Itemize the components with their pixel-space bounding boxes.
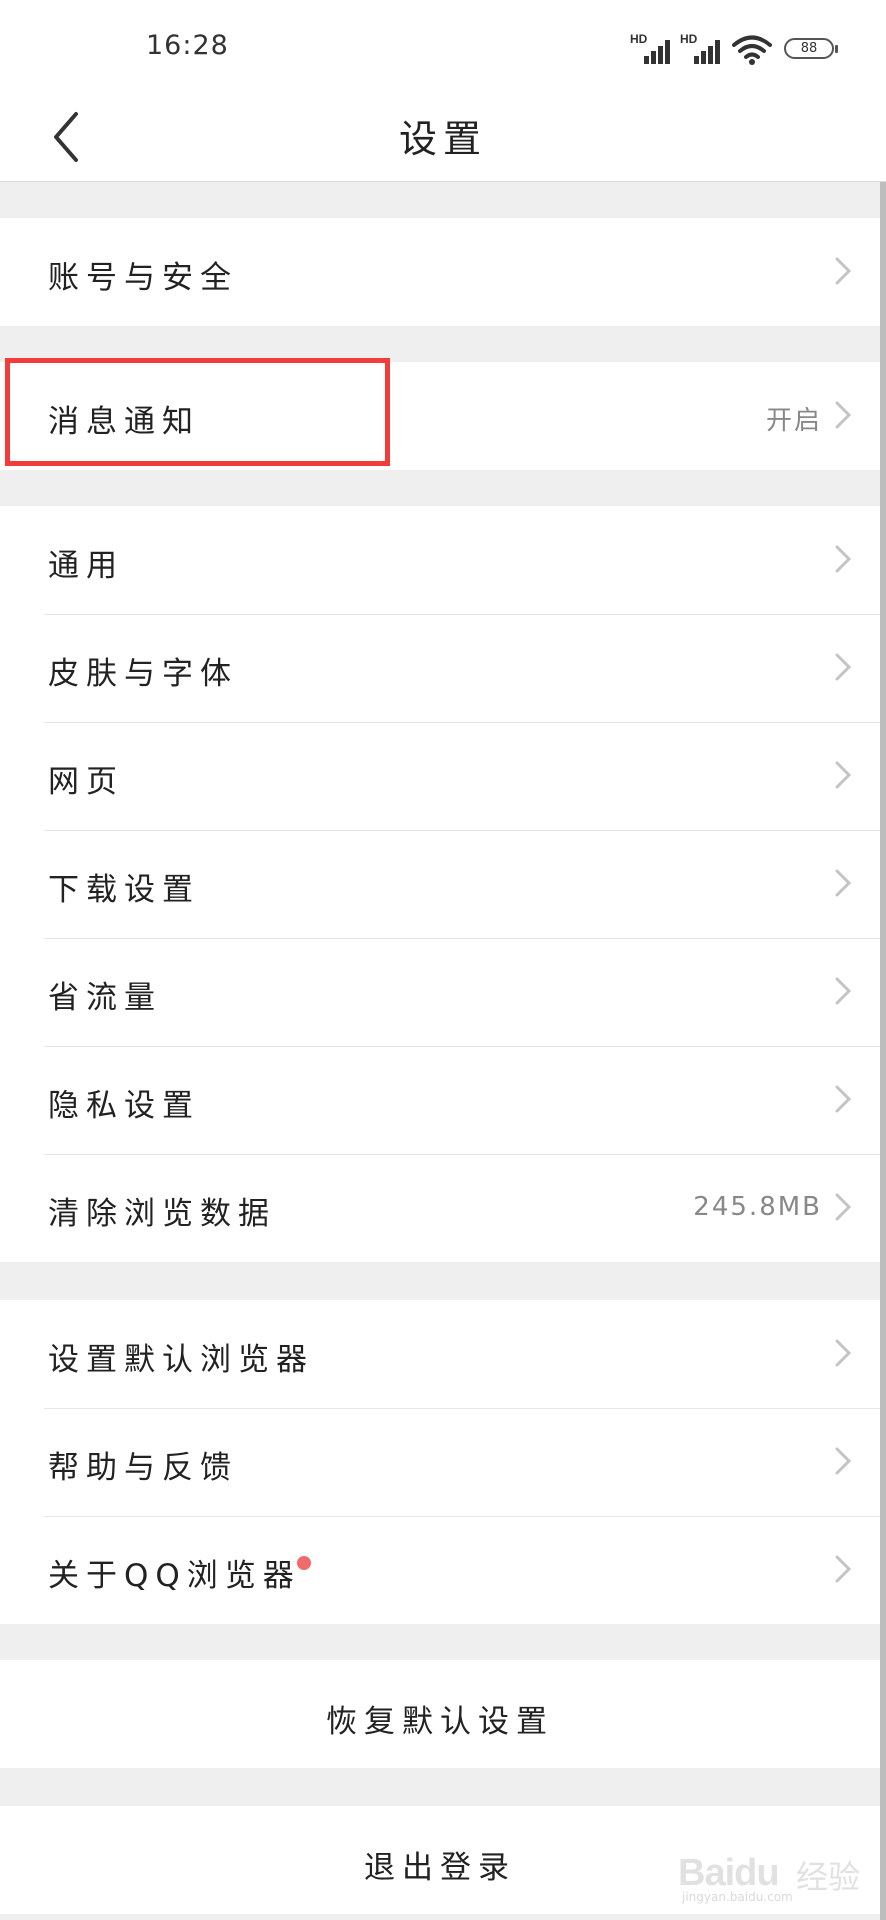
row-value: 开启: [765, 406, 822, 436]
row-label: 通用: [48, 548, 124, 584]
chevron-right-icon: [835, 1447, 852, 1475]
signal-hd-label: HD: [630, 32, 648, 46]
settings-group-general: 通用 皮肤与字体 网页 下载设置 省流量 隐私设置 清除浏览数据 245.8MB: [0, 506, 880, 1262]
row-default-browser[interactable]: 设置默认浏览器: [0, 1300, 880, 1408]
scrollbar[interactable]: [880, 182, 886, 1920]
row-webpage[interactable]: 网页: [0, 722, 880, 830]
row-download-settings[interactable]: 下载设置: [0, 830, 880, 938]
row-label: 下载设置: [48, 872, 200, 908]
row-label: 帮助与反馈: [48, 1450, 238, 1486]
chevron-right-icon: [835, 1555, 852, 1583]
restore-defaults-label: 恢复默认设置: [326, 1704, 554, 1740]
row-label: 皮肤与字体: [48, 656, 238, 692]
restore-group: 恢复默认设置: [0, 1660, 880, 1768]
battery-icon: 88: [784, 38, 838, 59]
row-skin-font[interactable]: 皮肤与字体: [0, 614, 880, 722]
watermark-url: jingyan.baidu.com: [682, 1890, 793, 1904]
watermark-brand-cn: 经验: [796, 1858, 861, 1896]
chevron-right-icon: [835, 1193, 852, 1221]
page-title: 设置: [398, 117, 487, 161]
settings-group-about: 设置默认浏览器 帮助与反馈 关于QQ浏览器: [0, 1300, 880, 1624]
row-data-saving[interactable]: 省流量: [0, 938, 880, 1046]
row-message-notification[interactable]: 消息通知 开启: [0, 362, 880, 470]
row-label: 账号与安全: [48, 260, 238, 296]
chevron-right-icon: [835, 1339, 852, 1367]
row-label-text: 关于QQ浏览器: [48, 1558, 301, 1594]
row-clear-browsing-data[interactable]: 清除浏览数据 245.8MB: [0, 1154, 880, 1262]
row-label: 消息通知: [48, 404, 200, 440]
restore-defaults-button[interactable]: 恢复默认设置: [0, 1660, 880, 1768]
status-time: 16:28: [146, 30, 229, 61]
wifi-icon: [732, 35, 772, 65]
title-bar: 设置: [0, 96, 886, 182]
row-label: 清除浏览数据: [48, 1196, 276, 1232]
row-label: 网页: [48, 764, 124, 800]
status-bar: 16:28 HD HD 88: [0, 0, 886, 96]
settings-group-notifications: 消息通知 开启: [0, 362, 880, 470]
row-help-feedback[interactable]: 帮助与反馈: [0, 1408, 880, 1516]
row-about-qq-browser[interactable]: 关于QQ浏览器: [0, 1516, 880, 1624]
signal-hd-label: HD: [680, 32, 698, 46]
chevron-right-icon: [835, 761, 852, 789]
row-label: 设置默认浏览器: [48, 1342, 314, 1378]
watermark-brand: Baidu: [678, 1852, 780, 1894]
signal-icon: HD: [680, 32, 724, 64]
baidu-watermark: Baidu 经验 jingyan.baidu.com: [678, 1838, 874, 1904]
chevron-right-icon: [835, 653, 852, 681]
row-general[interactable]: 通用: [0, 506, 880, 614]
row-label: 省流量: [48, 980, 162, 1016]
row-label: 关于QQ浏览器: [48, 1550, 311, 1595]
row-account-security[interactable]: 账号与安全: [0, 218, 880, 326]
chevron-right-icon: [835, 401, 852, 429]
red-dot-badge: [296, 1556, 311, 1570]
signal-icon: HD: [630, 32, 674, 64]
chevron-right-icon: [835, 869, 852, 897]
chevron-right-icon: [835, 977, 852, 1005]
row-privacy-settings[interactable]: 隐私设置: [0, 1046, 880, 1154]
chevron-right-icon: [835, 257, 852, 285]
settings-group-account: 账号与安全: [0, 218, 880, 326]
chevron-right-icon: [835, 1085, 852, 1113]
chevron-right-icon: [835, 545, 852, 573]
row-value: 245.8MB: [693, 1192, 822, 1222]
row-label: 隐私设置: [48, 1088, 200, 1124]
